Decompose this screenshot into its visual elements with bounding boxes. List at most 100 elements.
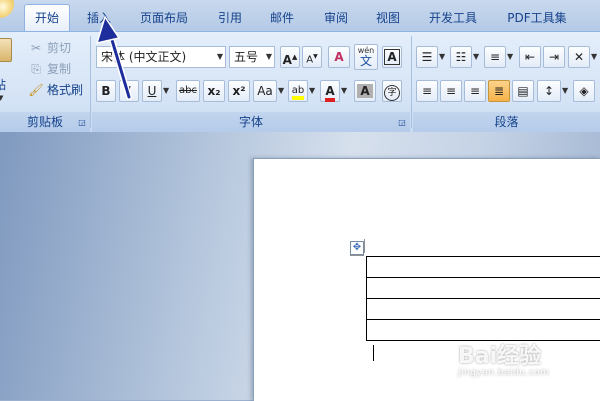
bullets-dropdown[interactable]: ▼	[439, 47, 445, 67]
italic-icon: I	[127, 84, 131, 98]
multilevel-list-icon: ≡	[489, 50, 501, 64]
grow-font-label: A	[282, 53, 292, 67]
group-clipboard: 贴 ▼ ✂ 剪切 ⎘ 复制 🖌 格式刷 剪贴板 ◲	[0, 32, 90, 132]
enclose-characters-icon: 字	[384, 85, 400, 101]
superscript-button[interactable]: x²	[228, 80, 250, 102]
office-button[interactable]	[0, 0, 14, 18]
italic-button[interactable]: I	[119, 80, 139, 102]
phonetic-guide-button[interactable]: wén 文	[354, 44, 378, 70]
change-case-icon: Aa	[257, 84, 273, 98]
line-spacing-icon: ↕	[543, 84, 555, 98]
table-row[interactable]	[366, 277, 600, 298]
chevron-down-icon: ▼	[265, 52, 272, 61]
document-table[interactable]	[366, 256, 600, 341]
enclose-characters-button[interactable]: 字	[382, 80, 402, 102]
align-right-icon: ≡	[469, 84, 481, 98]
font-dialog-launcher-icon[interactable]: ◲	[397, 118, 407, 128]
highlight-dropdown[interactable]: ▼	[309, 81, 315, 101]
text-direction-icon: ✕	[573, 50, 585, 64]
underline-button[interactable]: U	[142, 80, 162, 102]
numbered-list-icon: ☷	[455, 50, 467, 64]
tab-pdf-tools[interactable]: PDF工具集	[498, 5, 576, 31]
align-left-button[interactable]: ≡	[416, 80, 438, 102]
subscript-button[interactable]: x₂	[203, 80, 225, 102]
ribbon-tab-strip: 开始 插入 页面布局 引用 邮件 审阅 视图 开发工具 PDF工具集	[0, 0, 600, 33]
tab-references[interactable]: 引用	[210, 5, 250, 31]
format-painter-label: 格式刷	[47, 83, 84, 97]
increase-indent-button[interactable]: ⇥	[543, 46, 565, 68]
align-center-button[interactable]: ≡	[440, 80, 462, 102]
bullet-list-icon: ☰	[421, 50, 433, 64]
tab-developer[interactable]: 开发工具	[420, 5, 486, 31]
underline-dropdown[interactable]: ▼	[163, 81, 169, 101]
subscript-icon: x₂	[207, 84, 221, 98]
text-direction-button[interactable]: ✕	[568, 46, 590, 68]
tab-mailings[interactable]: 邮件	[262, 5, 302, 31]
multilevel-list-dropdown[interactable]: ▼	[507, 47, 513, 67]
bold-button[interactable]: B	[96, 80, 116, 102]
format-painter-button[interactable]: 🖌 格式刷	[28, 80, 83, 100]
baidu-watermark-logo: Bai经验 jingyan.baidu.com	[458, 338, 598, 384]
grow-font-button[interactable]: A▲	[280, 46, 300, 68]
tab-home[interactable]: 开始	[24, 4, 70, 33]
highlight-button[interactable]: ab	[288, 80, 308, 102]
grow-font-icon: ▲	[291, 53, 298, 61]
numbering-button[interactable]: ☷	[450, 46, 472, 68]
paste-button[interactable]: 贴 ▼	[0, 36, 20, 106]
strikethrough-button[interactable]: abc	[176, 80, 200, 102]
tab-view[interactable]: 视图	[368, 5, 408, 31]
underline-icon: U	[147, 84, 157, 98]
clipboard-dialog-launcher-icon[interactable]: ◲	[77, 118, 87, 128]
distributed-button[interactable]: ▤	[512, 80, 534, 102]
justify-button[interactable]: ≣	[488, 80, 510, 102]
crop-mark	[350, 255, 364, 256]
tab-page-layout[interactable]: 页面布局	[132, 5, 196, 31]
font-color-dropdown[interactable]: ▼	[341, 81, 347, 101]
font-size-select[interactable]: 五号 ▼	[229, 46, 275, 68]
align-right-button[interactable]: ≡	[464, 80, 486, 102]
font-size-value: 五号	[234, 50, 259, 64]
change-case-button[interactable]: Aa	[253, 80, 277, 102]
group-label-font: 字体	[92, 112, 410, 132]
table-row[interactable]	[366, 256, 600, 277]
font-name-select[interactable]: 宋体 (中文正文) ▼	[96, 46, 226, 68]
clear-format-icon: A	[334, 50, 344, 64]
copy-button[interactable]: ⎘ 复制	[28, 59, 71, 79]
line-spacing-dropdown[interactable]: ▼	[562, 81, 568, 101]
character-shading-button[interactable]: A	[354, 80, 376, 102]
group-paragraph: ☰ ▼ ☷ ▼ ≡ ▼ ⇤ ⇥ ✕ ▼ ≡ ≡ ≡ ≣ ▤ ↕ ▼ ◈ 段落	[413, 32, 600, 132]
clear-formatting-button[interactable]: A	[328, 46, 350, 68]
decrease-indent-button[interactable]: ⇤	[519, 46, 541, 68]
align-left-icon: ≡	[421, 84, 433, 98]
chevron-down-icon: ▼	[216, 52, 223, 61]
cut-label: 剪切	[47, 41, 72, 55]
distributed-icon: ▤	[517, 84, 529, 98]
group-font: 宋体 (中文正文) ▼ 五号 ▼ A▲ A▼ A wén 文 A B I U ▼…	[92, 32, 410, 132]
strikethrough-icon: abc	[179, 85, 197, 96]
justify-icon: ≣	[493, 84, 505, 98]
font-color-button[interactable]: A	[320, 80, 340, 102]
paste-dropdown-arrow[interactable]: ▼	[0, 94, 3, 102]
bullets-button[interactable]: ☰	[416, 46, 438, 68]
table-row[interactable]	[366, 298, 600, 319]
character-border-button[interactable]: A	[382, 46, 402, 68]
tab-insert[interactable]: 插入	[78, 5, 120, 31]
group-divider	[411, 36, 412, 128]
shrink-font-button[interactable]: A▼	[302, 46, 322, 68]
line-spacing-button[interactable]: ↕	[537, 80, 561, 102]
table-move-handle-icon[interactable]: ✥	[350, 241, 364, 255]
paint-bucket-icon: ◈	[579, 84, 589, 98]
font-color-icon: A	[325, 84, 335, 102]
paste-label: 贴	[0, 78, 7, 92]
group-divider	[90, 36, 91, 128]
shading-button[interactable]: ◈	[573, 80, 595, 102]
character-shading-icon: A	[357, 84, 373, 98]
change-case-dropdown[interactable]: ▼	[278, 81, 284, 101]
paste-icon	[0, 38, 12, 62]
tab-review[interactable]: 审阅	[316, 5, 356, 31]
text-direction-dropdown[interactable]: ▼	[591, 47, 597, 67]
numbering-dropdown[interactable]: ▼	[473, 47, 479, 67]
multilevel-list-button[interactable]: ≡	[484, 46, 506, 68]
character-border-icon: A	[384, 49, 400, 65]
cut-button[interactable]: ✂ 剪切	[28, 38, 71, 58]
